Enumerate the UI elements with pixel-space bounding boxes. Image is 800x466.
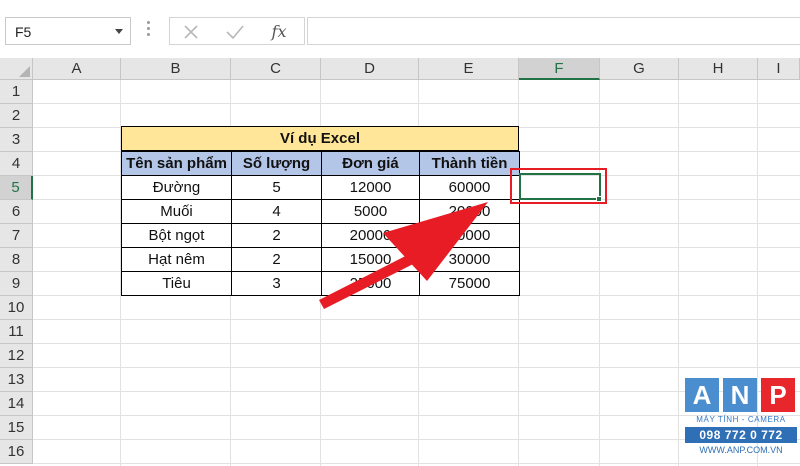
check-icon[interactable] <box>222 21 248 43</box>
formula-buttons: fx <box>169 17 305 45</box>
row-header-2[interactable]: 2 <box>0 104 33 128</box>
table-cell[interactable]: 12000 <box>321 175 420 200</box>
column-header-h[interactable]: H <box>679 58 758 80</box>
vertical-dots-icon[interactable] <box>147 21 151 39</box>
insert-function-button[interactable]: fx <box>266 21 292 43</box>
table-cell[interactable]: 5000 <box>321 199 420 224</box>
table-cell[interactable]: 15000 <box>321 247 420 272</box>
column-header-b[interactable]: B <box>121 58 231 80</box>
logo-tagline: MÁY TÍNH - CAMERA <box>696 415 786 424</box>
row-header-12[interactable]: 12 <box>0 344 33 368</box>
table-cell[interactable]: 20000 <box>321 223 420 248</box>
row-header-10[interactable]: 10 <box>0 296 33 320</box>
chevron-down-icon[interactable] <box>115 29 123 34</box>
gridline-col <box>678 80 679 466</box>
table-title[interactable]: Ví dụ Excel <box>121 126 519 151</box>
gridline-row <box>33 343 800 344</box>
name-box-value: F5 <box>15 24 32 40</box>
row-header-8[interactable]: 8 <box>0 248 33 272</box>
table-cell[interactable]: 40000 <box>419 223 520 248</box>
row-header-6[interactable]: 6 <box>0 200 33 224</box>
table-cell[interactable]: Bột ngọt <box>121 223 232 248</box>
row-header-11[interactable]: 11 <box>0 320 33 344</box>
table-cell[interactable]: Đường <box>121 175 232 200</box>
cancel-icon[interactable] <box>178 21 204 43</box>
table-cell[interactable]: 2 <box>231 247 322 272</box>
table-header-cell[interactable]: Đơn giá <box>321 151 420 176</box>
column-header-c[interactable]: C <box>231 58 321 80</box>
name-box[interactable]: F5 <box>5 17 131 45</box>
logo-letter-p: P <box>761 378 795 412</box>
row-header-9[interactable]: 9 <box>0 272 33 296</box>
table-header-cell[interactable]: Số lượng <box>231 151 322 176</box>
logo-letter-a: A <box>685 378 719 412</box>
row-header-1[interactable]: 1 <box>0 80 33 104</box>
table-cell[interactable]: Hạt nêm <box>121 247 232 272</box>
table-cell[interactable]: 60000 <box>419 175 520 200</box>
row-header-13[interactable]: 13 <box>0 368 33 392</box>
anp-logo: A N P MÁY TÍNH - CAMERA 098 772 0 772 WW… <box>685 378 797 462</box>
table-cell[interactable]: 5 <box>231 175 322 200</box>
logo-phone: 098 772 0 772 <box>685 427 797 443</box>
row-header-3[interactable]: 3 <box>0 128 33 152</box>
gridline-row <box>33 103 800 104</box>
row-header-4[interactable]: 4 <box>0 152 33 176</box>
highlight-box <box>510 168 607 204</box>
gridline-row <box>33 463 800 464</box>
column-header-a[interactable]: A <box>33 58 121 80</box>
table-cell[interactable]: 4 <box>231 199 322 224</box>
column-header-i[interactable]: I <box>758 58 800 80</box>
table-cell[interactable]: 2 <box>231 223 322 248</box>
column-header-e[interactable]: E <box>419 58 519 80</box>
table-cell[interactable]: Tiêu <box>121 271 232 296</box>
select-all-corner[interactable] <box>0 58 33 80</box>
gridline-row <box>33 319 800 320</box>
row-header-15[interactable]: 15 <box>0 416 33 440</box>
table-cell[interactable]: 3 <box>231 271 322 296</box>
column-header-f[interactable]: F <box>519 58 600 80</box>
logo-url: WWW.ANP.COM.VN <box>699 445 783 455</box>
table-cell[interactable]: 20000 <box>419 199 520 224</box>
table-cell[interactable]: 75000 <box>419 271 520 296</box>
row-header-5[interactable]: 5 <box>0 176 33 200</box>
formula-bar: F5 fx <box>0 0 800 58</box>
table-cell[interactable]: 30000 <box>419 247 520 272</box>
column-header-d[interactable]: D <box>321 58 419 80</box>
column-header-g[interactable]: G <box>600 58 679 80</box>
table-cell[interactable]: Muối <box>121 199 232 224</box>
formula-input[interactable] <box>307 17 800 45</box>
table-header-cell[interactable]: Tên sản phẩm <box>121 151 232 176</box>
row-header-14[interactable]: 14 <box>0 392 33 416</box>
row-header-7[interactable]: 7 <box>0 224 33 248</box>
gridline-col <box>599 80 600 466</box>
gridline-row <box>33 367 800 368</box>
table-cell[interactable]: 25000 <box>321 271 420 296</box>
table-header-cell[interactable]: Thành tiền <box>419 151 520 176</box>
row-header-16[interactable]: 16 <box>0 440 33 464</box>
logo-letter-n: N <box>723 378 757 412</box>
